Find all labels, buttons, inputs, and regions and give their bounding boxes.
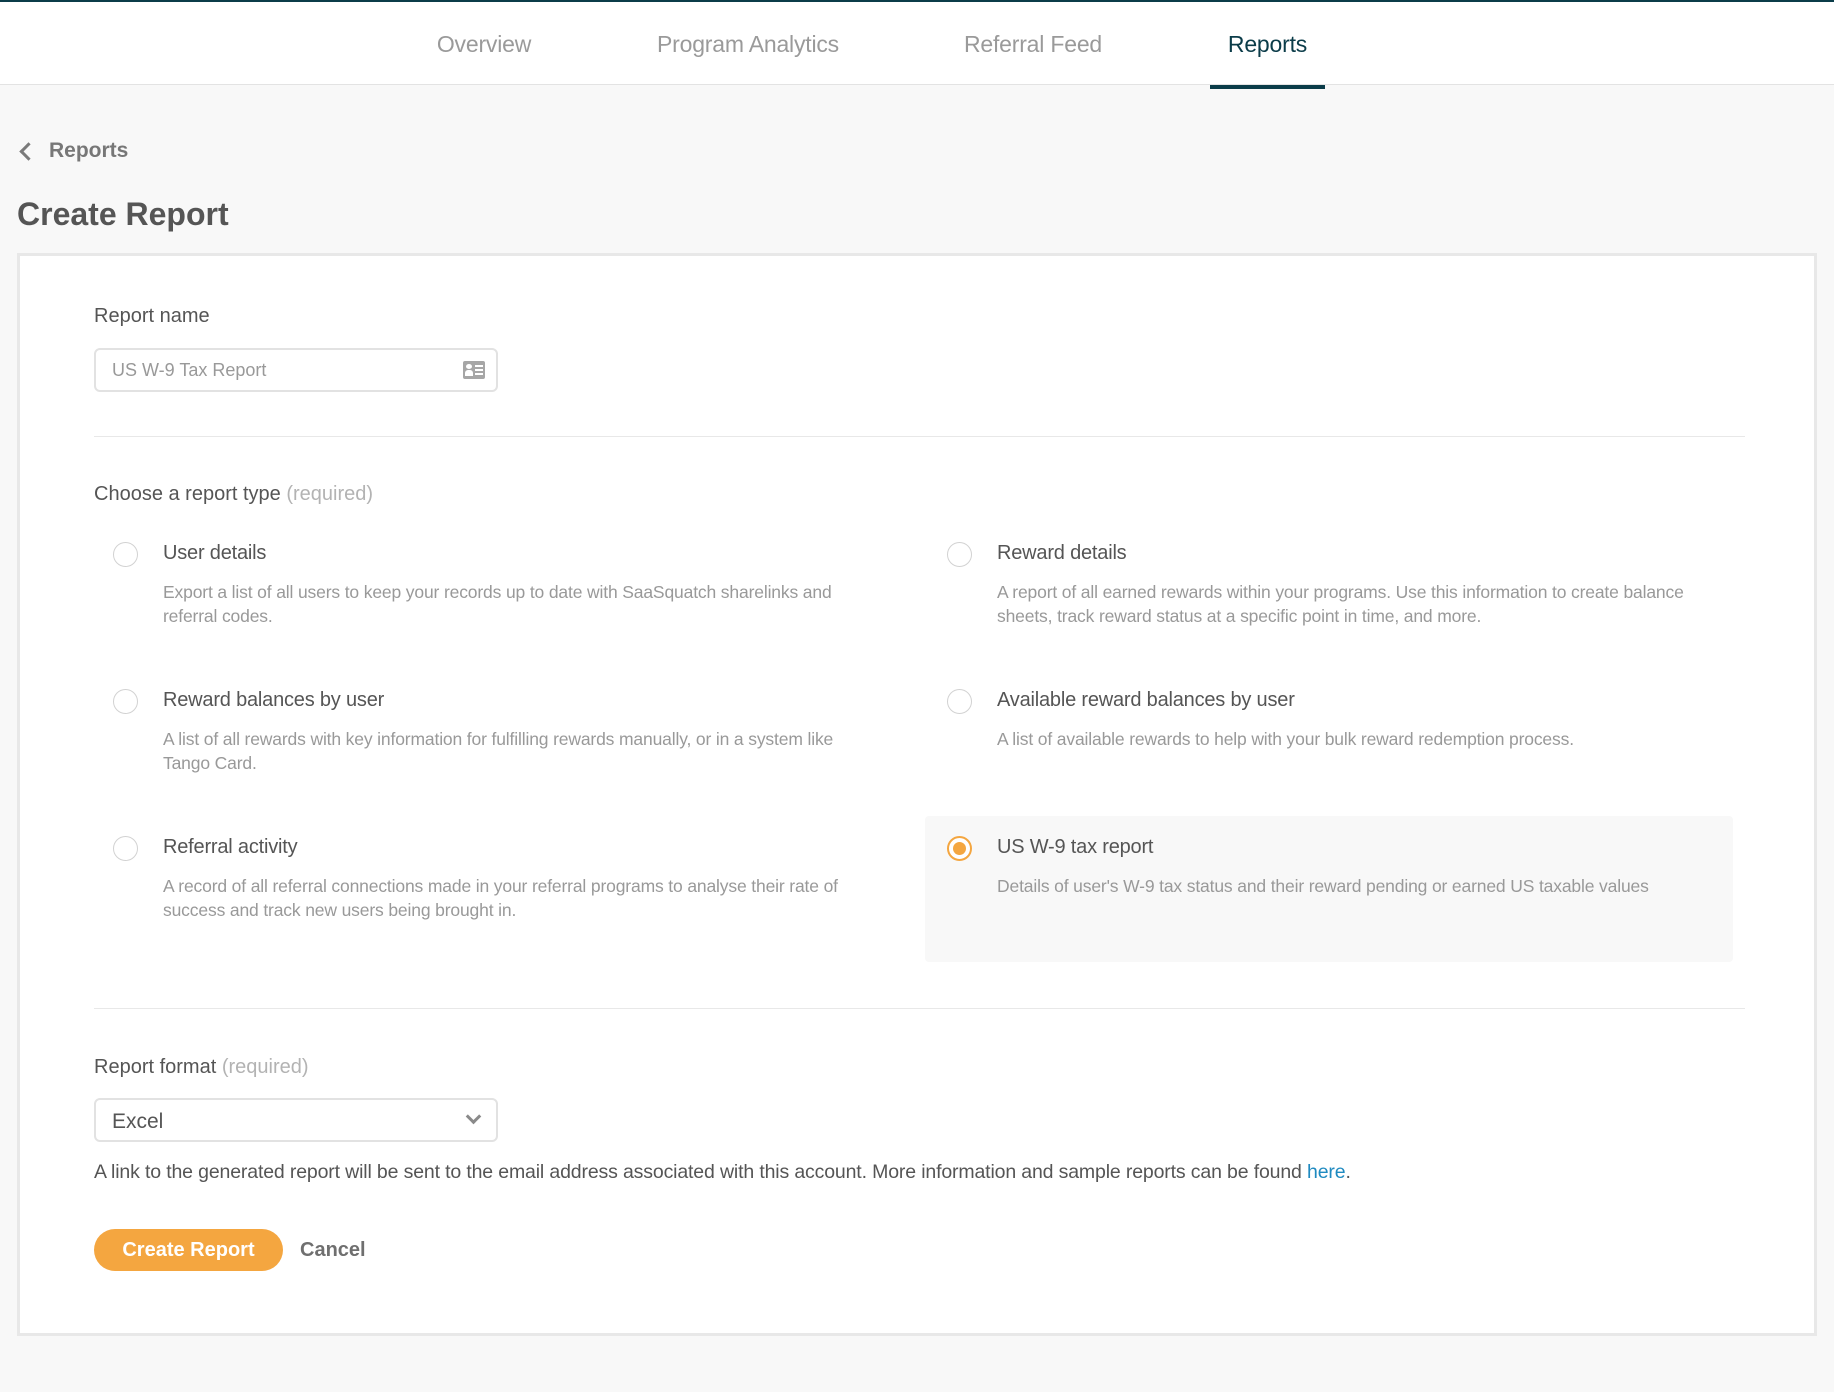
info-text: A link to the generated report will be s… [94, 1161, 1351, 1184]
report-type-option-referral-activity[interactable]: Referral activity A record of all referr… [91, 804, 899, 950]
create-report-card: Report name Choose a report type (requir… [17, 253, 1817, 1336]
radio-button-selected[interactable] [947, 836, 972, 861]
cancel-button[interactable]: Cancel [300, 1229, 366, 1271]
radio-button[interactable] [113, 836, 138, 861]
create-report-button[interactable]: Create Report [94, 1229, 283, 1271]
option-description: A list of all rewards with key informati… [163, 729, 834, 773]
option-description: A list of available rewards to help with… [997, 729, 1574, 749]
chevron-left-icon [19, 141, 38, 161]
here-link[interactable]: here [1307, 1161, 1346, 1183]
tab-program-analytics[interactable]: Program Analytics [648, 2, 848, 86]
report-format-label: Report format (required) [94, 1056, 309, 1079]
report-name-input[interactable] [94, 348, 498, 392]
top-nav: Overview Program Analytics Referral Feed… [0, 0, 1834, 89]
report-type-option-user-details[interactable]: User details Export a list of all users … [91, 510, 899, 656]
option-description: Details of user's W-9 tax status and the… [997, 876, 1649, 896]
radio-button[interactable] [113, 689, 138, 714]
report-type-option-reward-details[interactable]: Reward details A report of all earned re… [925, 510, 1733, 656]
report-type-option-reward-balances-by-user[interactable]: Reward balances by user A list of all re… [91, 657, 899, 803]
info-text-suffix: . [1345, 1161, 1351, 1183]
report-format-select[interactable]: Excel [94, 1098, 498, 1142]
required-hint: (required) [286, 483, 374, 505]
tab-referral-feed[interactable]: Referral Feed [950, 2, 1116, 86]
radio-button[interactable] [947, 542, 972, 567]
breadcrumb-back[interactable]: Reports [16, 136, 128, 166]
tab-reports[interactable]: Reports [1210, 2, 1325, 89]
section-divider [94, 436, 1745, 437]
report-format-value: Excel [112, 1110, 164, 1133]
page-title: Create Report [17, 196, 229, 232]
option-title: Available reward balances by user [997, 689, 1295, 711]
tab-overview[interactable]: Overview [422, 2, 546, 86]
option-description: A record of all referral connections mad… [163, 876, 838, 920]
option-title: Referral activity [163, 836, 298, 858]
report-format-label-text: Report format [94, 1056, 217, 1078]
breadcrumb-label: Reports [49, 139, 129, 162]
option-title: Reward details [997, 542, 1127, 564]
report-type-label-text: Choose a report type [94, 483, 281, 505]
report-type-option-available-reward-balances[interactable]: Available reward balances by user A list… [925, 657, 1733, 803]
radio-button[interactable] [113, 542, 138, 567]
chevron-down-icon [465, 1108, 482, 1125]
radio-button[interactable] [947, 689, 972, 714]
option-title: User details [163, 542, 267, 564]
report-type-option-us-w9-tax-report[interactable]: US W-9 tax report Details of user's W-9 … [925, 816, 1733, 962]
option-description: Export a list of all users to keep your … [163, 582, 832, 626]
info-text-body: A link to the generated report will be s… [94, 1161, 1308, 1183]
option-title: Reward balances by user [163, 689, 385, 711]
option-title: US W-9 tax report [997, 836, 1154, 858]
option-description: A report of all earned rewards within yo… [997, 582, 1684, 626]
required-hint: (required) [221, 1056, 309, 1078]
section-divider [94, 1008, 1745, 1009]
report-name-label: Report name [94, 305, 210, 327]
report-type-label: Choose a report type (required) [94, 483, 373, 506]
contact-card-icon [463, 361, 485, 379]
